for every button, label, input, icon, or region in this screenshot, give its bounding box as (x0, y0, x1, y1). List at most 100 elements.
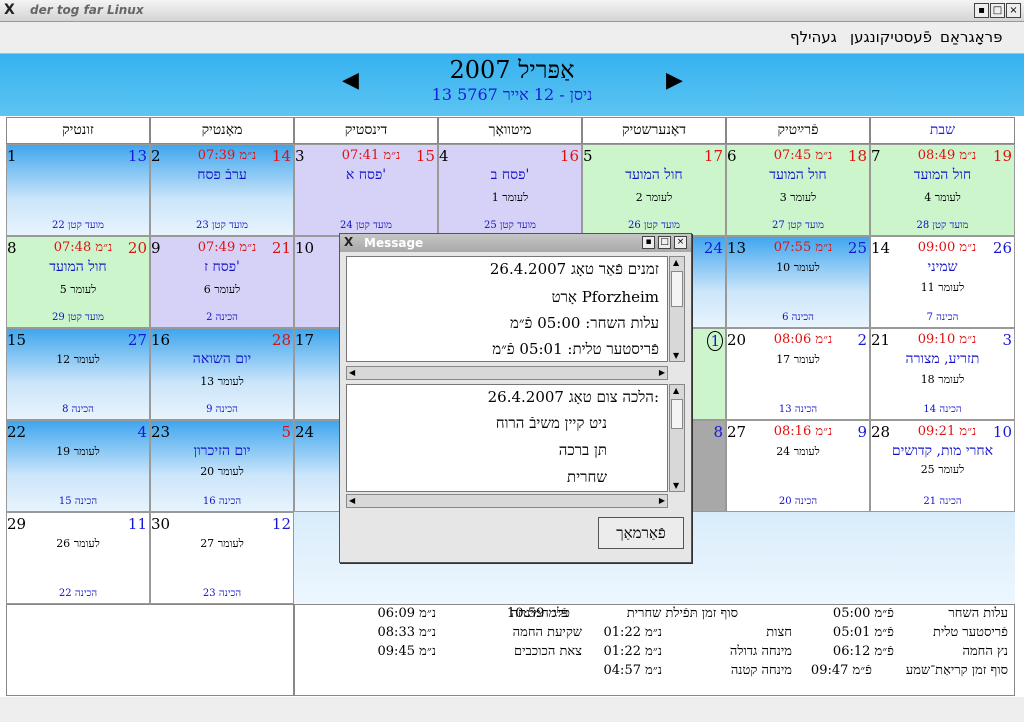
day-cell-14[interactable]: 14 09:00 נ״מ 26 שמיני 11 לעומר הכינה 7 (870, 236, 1015, 328)
day-number: 13 (727, 239, 747, 257)
vertical-scrollbar[interactable]: ▲ ▼ (669, 384, 685, 492)
omer-label: 12 לעומר (56, 353, 100, 366)
zman-value: 06:09 נ״מ (377, 606, 436, 621)
text-line: פֿריסטער טלית: 05:01 פֿ״מ (492, 340, 659, 358)
zmanim-text-area[interactable]: זמנים פֿאַר טאָג 26.4.2007 אָרט Pforzhei… (346, 256, 668, 362)
scroll-up-arrow-icon[interactable]: ▲ (673, 386, 679, 395)
day-cell-28[interactable]: 28 09:21 נ״מ 10 אחרי מות, קדושים 25 לעומ… (870, 420, 1015, 512)
hebrew-date: 11 (127, 515, 147, 533)
day-cell-13[interactable]: 13 07:55 נ״מ 25 10 לעומר הכינה 6 (726, 236, 870, 328)
day-cell-15[interactable]: 15 27 12 לעומר הכינה 8 (6, 328, 150, 420)
scroll-left-arrow-icon[interactable]: ◀ (349, 496, 355, 505)
omer-label: 26 לעומר (56, 537, 100, 550)
day-cell-21[interactable]: 21 09:10 נ״מ 3 תזריע, מצורה 18 לעומר הכי… (870, 328, 1015, 420)
parsha-label: מועד קטן 25 (484, 220, 536, 231)
holiday-label: תזריע, מצורה (905, 351, 980, 367)
day-cell-4[interactable]: 4 16 פסח ב' 1 לעומר מועד קטן 25 (438, 144, 582, 236)
zman-value: 08:33 נ״מ (377, 625, 436, 640)
parsha-label: הכינה 14 (923, 404, 962, 415)
zman-value: 05:00 פֿ״מ (832, 606, 894, 621)
halacha-text-area[interactable]: הלכה צום טאָג 26.4.2007: ניט קיין משיבֿ … (346, 384, 668, 492)
hebrew-date: 17 (703, 147, 723, 165)
prev-month-button[interactable]: ◀ (342, 68, 359, 93)
vertical-scrollbar[interactable]: ▲ ▼ (669, 256, 685, 362)
day-cell-23[interactable]: 23 5 יום הזיכרון 20 לעומר הכינה 16 (150, 420, 294, 512)
dialog-minimize-button[interactable]: ▪ (642, 236, 655, 249)
dialog-close-button[interactable]: × (674, 236, 687, 249)
day-cell-29[interactable]: 29 11 26 לעומר הכינה 22 (6, 512, 150, 604)
day-cell-16[interactable]: 16 28 יום השואה 13 לעומר הכינה 9 (150, 328, 294, 420)
hebrew-date: 20 (127, 239, 147, 257)
day-cell-1[interactable]: 1 13 מועד קטן 22 (6, 144, 150, 236)
day-number: 17 (295, 331, 315, 349)
scroll-right-arrow-icon[interactable]: ▶ (659, 496, 665, 505)
maximize-button[interactable]: □ (990, 3, 1005, 18)
scroll-thumb[interactable] (671, 399, 683, 429)
hebrew-date: 24 (703, 239, 723, 257)
dialog-title: Message (364, 236, 424, 250)
holiday-label: שמיני (927, 259, 958, 275)
candle-time: 07:49 נ״מ (197, 240, 257, 255)
horizontal-scrollbar[interactable]: ◀ ▶ (346, 494, 668, 508)
parsha-label: הכינה 7 (926, 312, 959, 323)
dialog-maximize-button[interactable]: □ (658, 236, 671, 249)
hebrew-date: 13 (127, 147, 147, 165)
hebrew-date: 28 (271, 331, 291, 349)
day-cell-6[interactable]: 6 07:45 נ״מ 18 חול המועד 3 לעומר מועד קט… (726, 144, 870, 236)
day-number: 27 (727, 423, 747, 441)
scroll-up-arrow-icon[interactable]: ▲ (673, 258, 679, 267)
hebrew-month-subtitle: 13 ניסן - 12 אייר 5767 (431, 85, 593, 104)
scroll-thumb[interactable] (671, 271, 683, 307)
day-cell-9[interactable]: 9 07:49 נ״מ 21 פסח ז' 6 לעומר הכינה 2 (150, 236, 294, 328)
day-cell-22[interactable]: 22 4 19 לעומר הכינה 15 (6, 420, 150, 512)
zman-label: סוף זמן קריאַת־שמע (905, 663, 1008, 678)
day-cell-2[interactable]: 2 07:39 נ״מ 14 ערבֿ פסח מועד קטן 23 (150, 144, 294, 236)
menu-help[interactable]: געהילף (790, 28, 837, 46)
day-number: 29 (7, 515, 27, 533)
scroll-right-arrow-icon[interactable]: ▶ (659, 368, 665, 377)
candle-time: 07:55 נ״מ (773, 240, 833, 255)
zman-label: פֿריסטער טלית (933, 625, 1008, 640)
scroll-down-arrow-icon[interactable]: ▼ (673, 481, 679, 490)
parsha-label: הכינה 13 (778, 404, 818, 415)
parsha-label: מועד קטן 27 (772, 220, 824, 231)
parsha-label: מועד קטן 28 (916, 220, 969, 231)
close-button[interactable]: × (1006, 3, 1021, 18)
text-line: עלות השחר: 05:00 פֿ״מ (509, 314, 659, 332)
bottom-strip (0, 697, 1024, 722)
candle-time: 07:48 נ״מ (53, 240, 113, 255)
candle-time: 09:00 נ״מ (917, 240, 977, 255)
x-logo-icon: X (344, 235, 354, 249)
zman-label: צאת הכוכבים (514, 644, 582, 659)
day-number: 1 (7, 147, 17, 165)
hebrew-date: 4 (137, 423, 147, 441)
day-cell-5[interactable]: 5 17 חול המועד 2 לעומר מועד קטן 26 (582, 144, 726, 236)
day-cell-8[interactable]: 8 07:48 נ״מ 20 חול המועד 5 לעומר מועד קט… (6, 236, 150, 328)
holiday-label: חול המועד (625, 167, 683, 183)
minimize-button[interactable]: ▪ (974, 3, 989, 18)
zman-value: 05:01 פֿ״מ (832, 625, 894, 640)
day-cell-20[interactable]: 20 08:06 נ״מ 2 17 לעומר הכינה 13 (726, 328, 870, 420)
zman-label: פלג המינחה (510, 606, 570, 621)
scroll-down-arrow-icon[interactable]: ▼ (673, 351, 679, 360)
zmanim-panel: עלות השחר 05:00 פֿ״מ פֿריסטער טלית 05:01… (294, 604, 1015, 696)
zman-value: 09:45 נ״מ (377, 644, 436, 659)
day-cell-27[interactable]: 27 08:16 נ״מ 9 24 לעומר הכינה 20 (726, 420, 870, 512)
holiday-label: חול המועד (913, 167, 972, 183)
day-number: 14 (871, 239, 891, 257)
menu-program[interactable]: פּראָגראַם (940, 28, 1003, 46)
day-cell-7[interactable]: 7 08:49 נ״מ 19 חול המועד 4 לעומר מועד קט… (870, 144, 1015, 236)
menu-settings[interactable]: פֿעסטיקונגען (850, 28, 932, 46)
holiday-label: אחרי מות, קדושים (891, 443, 994, 459)
omer-label: 4 לעומר (924, 191, 961, 204)
scroll-left-arrow-icon[interactable]: ◀ (349, 368, 355, 377)
next-month-button[interactable]: ▶ (666, 68, 683, 93)
horizontal-scrollbar[interactable]: ◀ ▶ (346, 366, 668, 380)
text-line: תּן ברכה (558, 441, 607, 459)
day-cell-3[interactable]: 3 07:41 נ״מ 15 פסח א' מועד קטן 24 (294, 144, 438, 236)
day-cell-30[interactable]: 30 12 27 לעומר הכינה 23 (150, 512, 294, 604)
close-dialog-button[interactable]: פֿאַרמאַך (598, 517, 684, 549)
hebrew-date: 18 (847, 147, 867, 165)
text-line: זמנים פֿאַר טאָג 26.4.2007 (489, 260, 659, 278)
dayheader-tuesday: דינסטיק (294, 117, 438, 144)
